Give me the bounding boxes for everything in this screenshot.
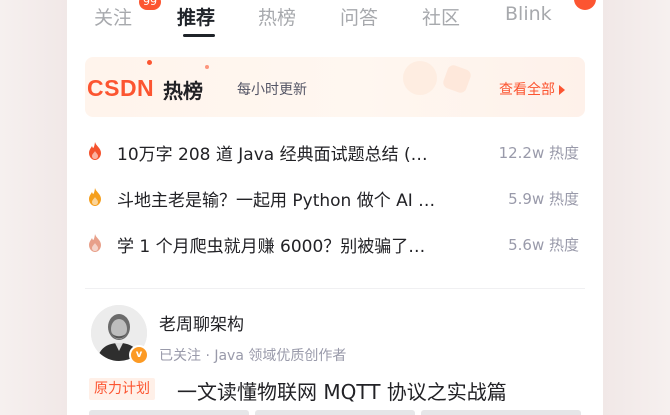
view-all-link[interactable]: 查看全部 [499,79,565,99]
hot-item-title: 斗地主老是输？一起用 Python 做个 AI … [117,191,436,211]
author-meta: 已关注 · Java 领域优质创作者 [159,348,347,364]
tab-label: Blink [505,3,552,25]
chevron-right-icon [559,85,565,95]
decoration [205,65,209,69]
thumbnail[interactable] [421,410,581,415]
article-title[interactable]: 一文读懂物联网 MQTT 协议之实战篇 [177,376,507,405]
feed-screen: 关注 99 推荐 热榜 问答 社区 Blink CSDN 热榜 每小时更新 查看… [67,0,603,415]
hot-item-heat: 12.2w 热度 [498,144,579,162]
flame-icon [89,188,101,206]
hot-item-heat: 5.6w 热度 [508,236,579,254]
divider [85,288,585,289]
hot-list-item[interactable]: 斗地主老是输？一起用 Python 做个 AI … 5.9w 热度 [85,183,585,213]
hot-list-subtitle: 每小时更新 [237,82,307,98]
tab-label: 关注 [94,7,133,29]
tab-label: 热榜 [258,7,297,29]
tab-follow[interactable]: 关注 [94,3,132,30]
flame-icon [89,142,101,160]
tab-hot[interactable]: 热榜 [258,3,296,30]
tab-label: 推荐 [177,7,216,29]
hot-item-heat: 5.9w 热度 [508,190,579,208]
active-tab-indicator [183,34,215,37]
tab-community[interactable]: 社区 [422,3,460,30]
hot-item-title: 10万字 208 道 Java 经典面试题总结 (… [117,145,428,165]
background-left [0,0,67,415]
tab-blink[interactable]: Blink [505,3,552,25]
follow-count-badge: 99 [139,0,161,10]
tab-qa[interactable]: 问答 [340,3,378,30]
hot-list-item[interactable]: 10万字 208 道 Java 经典面试题总结 (… 12.2w 热度 [85,137,585,167]
decoration [147,60,152,65]
hot-item-title: 学 1 个月爬虫就月赚 6000？别被骗了… [117,237,426,257]
tab-recommend[interactable]: 推荐 [177,3,215,30]
notification-dot [574,0,596,10]
verified-icon: v [129,345,149,365]
thumbnail[interactable] [255,410,415,415]
article-tag: 原力计划 [89,378,155,400]
decoration [403,61,437,95]
hot-list-item[interactable]: 学 1 个月爬虫就月赚 6000？别被骗了… 5.6w 热度 [85,229,585,259]
csdn-logo: CSDN [87,75,155,101]
tab-label: 社区 [422,7,461,29]
view-all-label: 查看全部 [499,82,555,98]
background-right [603,0,670,415]
decoration [441,63,473,95]
flame-icon [89,234,101,252]
author-name[interactable]: 老周聊架构 [159,310,244,335]
thumbnail[interactable] [89,410,249,415]
category-tabs: 关注 99 推荐 热榜 问答 社区 Blink [67,0,603,44]
hot-list-header: CSDN 热榜 每小时更新 查看全部 [85,57,585,117]
hot-list-title: 热榜 [163,79,203,103]
article-thumbnails [85,410,585,415]
tab-label: 问答 [340,7,379,29]
